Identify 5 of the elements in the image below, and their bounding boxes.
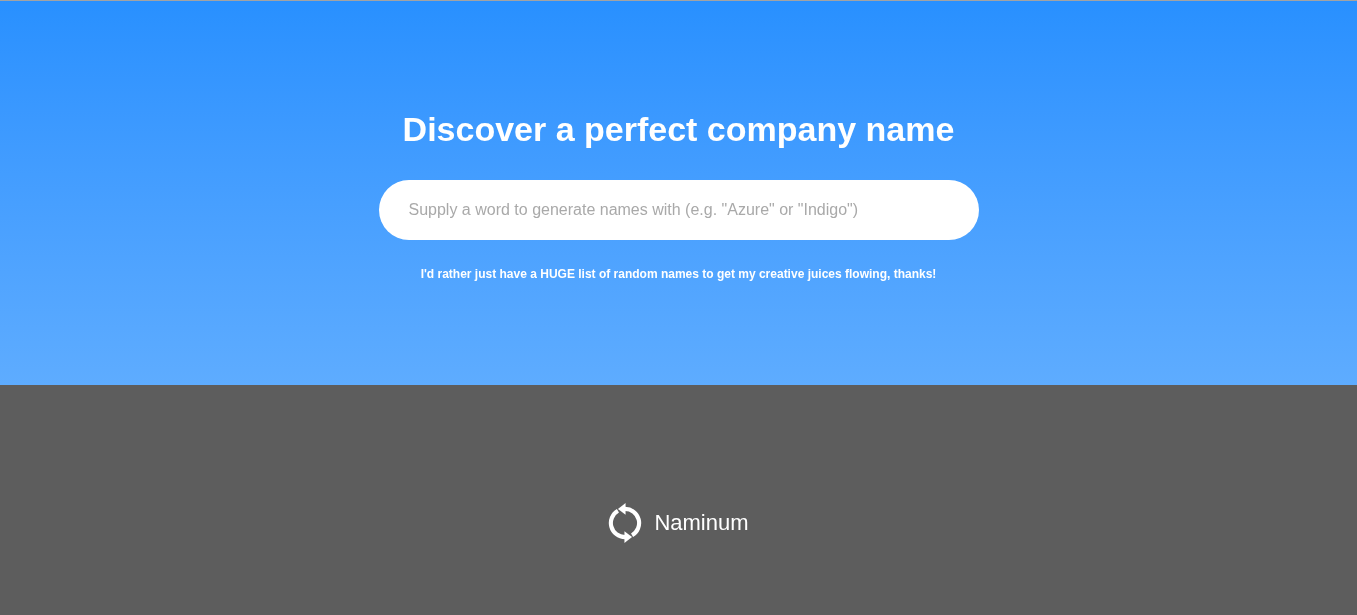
circular-arrows-icon [608,503,643,543]
page-title: Discover a perfect company name [402,109,955,150]
random-names-link[interactable]: I'd rather just have a HUGE list of random names to get my creative juices flowing, thanks! [420,266,937,282]
word-input-field[interactable]: Supply a word to generate names with (e.g. "Azure" or "Indigo") [378,180,979,240]
brand-name: Naminum [654,509,749,537]
